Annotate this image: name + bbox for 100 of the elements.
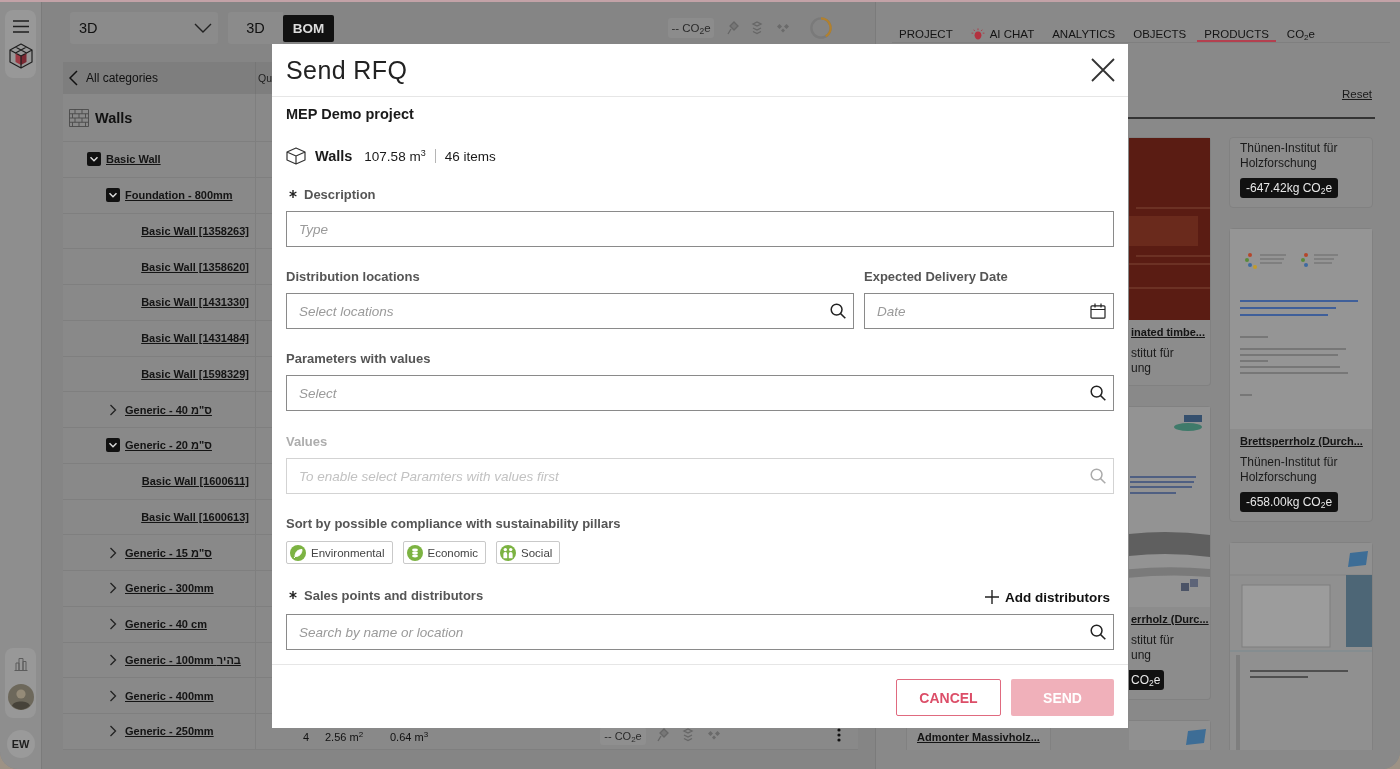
project-name: MEP Demo project xyxy=(286,105,414,124)
product-card[interactable]: Thünen-Institut für Holzforschung -647.42kg CO$_{2}$e xyxy=(1229,137,1373,208)
tree-item-link[interactable]: Basic Wall [1600613] xyxy=(141,510,249,523)
search-icon xyxy=(1090,468,1106,484)
product-title-link[interactable]: Brettsperrholz (Durch... xyxy=(1240,431,1363,451)
filter-chip[interactable]: Economic xyxy=(402,541,486,564)
publisher-text: stitut für xyxy=(1131,633,1174,648)
text-field[interactable]: Type xyxy=(286,211,1114,247)
table-cell: 2.56 m$^{2}$ xyxy=(325,730,364,743)
reset-link[interactable]: Reset xyxy=(1341,88,1372,100)
add-distributors-button[interactable]: Add distributors xyxy=(985,589,1114,605)
chevron-down-icon[interactable] xyxy=(106,438,120,453)
tree-item-link[interactable]: Basic Wall [1358620] xyxy=(141,260,249,273)
tree-group-link[interactable]: Foundation - 800mm xyxy=(125,189,233,202)
publisher-text: Thünen-Institut für xyxy=(1240,455,1338,470)
publisher-text: Thünen-Institut für xyxy=(1240,141,1338,156)
co2-badge: -658.00kg CO$_{2}$e xyxy=(1240,492,1339,512)
tree-group-link[interactable]: Generic - 100mm בהיר xyxy=(125,653,241,666)
box-icon xyxy=(286,147,306,165)
panel-tab[interactable]: ANALYTICS xyxy=(1045,28,1123,42)
chevron-right-icon[interactable] xyxy=(109,618,117,631)
view-tab[interactable]: BOM xyxy=(283,14,334,42)
menu-icon[interactable] xyxy=(12,20,29,33)
chevron-right-icon[interactable] xyxy=(109,582,117,595)
tree-group-link[interactable]: Generic - 40 cm xyxy=(125,618,207,631)
chevron-left-icon xyxy=(69,70,78,86)
volume-text: 107.58 m$^{3}$ xyxy=(364,148,426,164)
user-initials-avatar[interactable]: EW xyxy=(6,730,35,758)
tree-item-link[interactable]: Basic Wall [1600611] xyxy=(141,475,249,488)
tree-group-link[interactable]: Generic - 300mm xyxy=(125,582,214,595)
table-cell: 0.64 m$^{3}$ xyxy=(390,730,429,743)
co2-total-chip: -- CO$_{2}$e xyxy=(668,18,714,38)
close-button[interactable] xyxy=(1091,58,1115,82)
back-link[interactable]: All categories xyxy=(69,70,159,86)
view-dropdown[interactable]: 3D xyxy=(70,12,218,44)
tree-group-link[interactable]: Generic - 400mm xyxy=(125,689,214,702)
field-label: Description xyxy=(304,186,376,202)
tree-group-link[interactable]: Generic - 40 ס"מ xyxy=(125,403,212,416)
cancel-button[interactable]: CANCEL xyxy=(896,679,1001,716)
chevron-right-icon[interactable] xyxy=(109,689,117,702)
tree-item-link[interactable]: Basic Wall [1431330] xyxy=(141,296,249,309)
chevron-down-icon[interactable] xyxy=(87,152,101,167)
search-icon xyxy=(1090,624,1106,640)
field-label: Sales points and distributors xyxy=(304,587,484,603)
section-label: Sort by possible compliance with sustainability pillars xyxy=(286,515,621,531)
tree-group-link[interactable]: Generic - 250mm xyxy=(125,725,214,738)
panel-tab[interactable]: CO$_{2}$e xyxy=(1279,28,1322,42)
product-title-link[interactable]: Admonter Massivholz... xyxy=(917,727,1040,747)
publisher-text: stitut für xyxy=(1131,346,1174,361)
tree-group-link[interactable]: Generic - 15 ס"מ xyxy=(125,546,212,559)
layers-icon[interactable] xyxy=(681,727,695,742)
product-card[interactable]: inated timbe... stitut für ung xyxy=(1129,137,1211,386)
tree-group-link[interactable]: Generic - 20 ס"מ xyxy=(125,439,212,452)
tree-item-link[interactable]: Basic Wall [1431484] xyxy=(141,332,249,345)
chevron-right-icon[interactable] xyxy=(109,653,117,666)
close-icon xyxy=(1091,58,1115,82)
category-name: Walls xyxy=(315,148,353,164)
calendar-icon[interactable] xyxy=(1090,303,1106,319)
panel-tab[interactable]: PROJECT xyxy=(892,28,960,42)
panel-tab[interactable]: PRODUCTS xyxy=(1197,28,1276,42)
brick-wall-icon xyxy=(69,108,89,127)
date-field[interactable]: Date xyxy=(864,293,1114,329)
field-label: Distribution locations xyxy=(286,268,420,284)
chevron-down-icon xyxy=(194,23,212,33)
product-title-link[interactable]: errholz (Durc... xyxy=(1131,609,1209,629)
chevron-right-icon[interactable] xyxy=(109,403,117,416)
chevron-right-icon[interactable] xyxy=(109,725,117,738)
search-field[interactable]: Select xyxy=(286,375,1114,411)
chevron-down-icon[interactable] xyxy=(106,188,120,203)
view-tab[interactable]: 3D xyxy=(228,12,283,44)
tree-item-link[interactable]: Basic Wall [1358263] xyxy=(141,224,249,237)
buildings-icon[interactable] xyxy=(13,657,28,671)
field-label: Parameters with values xyxy=(286,350,431,366)
chevron-right-icon[interactable] xyxy=(109,546,117,559)
publisher-text: ung xyxy=(1131,648,1153,663)
brochure-cover-drawing[interactable] xyxy=(1229,542,1373,750)
search-icon xyxy=(1090,385,1106,401)
column-header: Qu xyxy=(258,72,272,84)
tree-group-link[interactable]: Basic Wall xyxy=(106,153,161,166)
dialog-title: Send RFQ xyxy=(286,55,408,85)
filter-chip[interactable]: Environmental xyxy=(286,541,393,564)
filter-chip[interactable]: Social xyxy=(496,541,561,564)
diamond-pin-icon[interactable] xyxy=(656,727,670,742)
product-card[interactable]: Brettsperrholz (Durch... Thünen-Institut für Holzforschung -658.00kg CO$_{2}$e xyxy=(1229,228,1373,522)
spinner-icon xyxy=(810,17,832,39)
search-field[interactable]: Search by name or location xyxy=(286,614,1114,650)
field-label: Values xyxy=(286,433,328,449)
avatar-icon[interactable] xyxy=(7,684,34,710)
co2-badge: CO$_{2}$e xyxy=(1129,670,1165,690)
plus-icon xyxy=(985,590,999,604)
co2-badge: -647.42kg CO$_{2}$e xyxy=(1240,178,1339,198)
search-field[interactable]: Select locations xyxy=(286,293,854,329)
more-icon[interactable] xyxy=(837,727,841,742)
panel-tab[interactable]: OBJECTS xyxy=(1126,28,1194,42)
people-icon xyxy=(500,544,516,561)
tree-item-link[interactable]: Basic Wall [1598329] xyxy=(141,367,249,380)
product-card[interactable]: errholz (Durc... stitut für ung CO$_{2}$e xyxy=(1129,406,1211,700)
panel-tab[interactable]: AI CHAT xyxy=(963,28,1042,42)
product-title-link[interactable]: inated timbe... xyxy=(1131,322,1205,342)
cube-logo-icon[interactable] xyxy=(8,43,33,69)
